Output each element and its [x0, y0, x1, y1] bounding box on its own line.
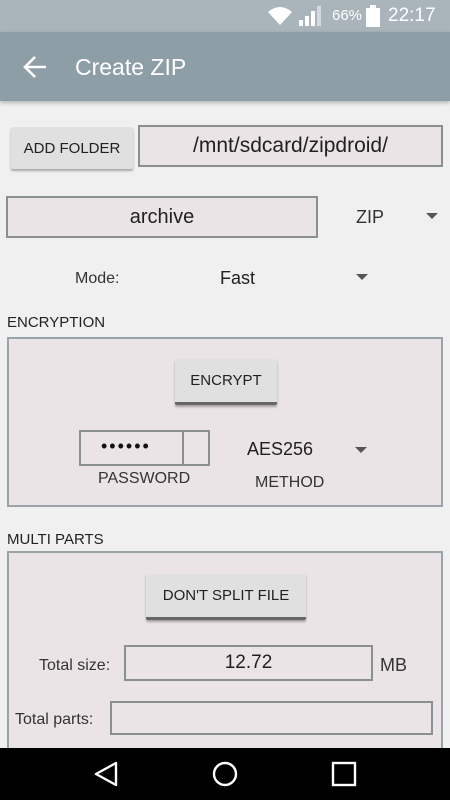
- folder-path-field[interactable]: /mnt/sdcard/zipdroid/: [138, 125, 443, 167]
- clock: 22:17: [388, 5, 436, 26]
- method-dropdown[interactable]: AES256: [239, 435, 379, 467]
- mode-dropdown[interactable]: Fast: [210, 262, 375, 296]
- multi-parts-panel: DON'T SPLIT FILE Total size: 12.72 MB To…: [7, 551, 443, 751]
- password-mask: ••••••: [101, 436, 151, 456]
- home-nav-icon[interactable]: [211, 760, 239, 788]
- format-value: ZIP: [356, 207, 385, 227]
- format-dropdown[interactable]: ZIP: [340, 196, 445, 238]
- password-field[interactable]: ••••••: [79, 430, 210, 466]
- chevron-down-icon: [426, 213, 438, 219]
- multi-parts-section-label: MULTI PARTS: [7, 531, 104, 548]
- password-divider: [182, 432, 184, 464]
- chevron-down-icon: [356, 274, 368, 280]
- encryption-panel: ENCRYPT •••••• PASSWORD AES256 METHOD: [7, 337, 443, 507]
- total-size-label: Total size:: [39, 657, 111, 674]
- recents-nav-icon[interactable]: [330, 760, 358, 788]
- password-label: PASSWORD: [98, 470, 191, 487]
- size-unit-label: MB: [380, 655, 407, 675]
- mode-value: Fast: [220, 268, 256, 288]
- wifi-icon: [268, 7, 292, 25]
- dont-split-button[interactable]: DON'T SPLIT FILE: [146, 574, 306, 620]
- encrypt-button[interactable]: ENCRYPT: [175, 359, 277, 405]
- app-bar: Create ZIP: [0, 32, 450, 101]
- status-bar: 66% 22:17: [0, 0, 450, 32]
- total-parts-label: Total parts:: [15, 711, 94, 728]
- battery-percent: 66%: [332, 7, 363, 24]
- chevron-down-icon: [355, 447, 367, 453]
- encryption-section-label: ENCRYPTION: [7, 314, 106, 331]
- signal-icon: [299, 6, 321, 26]
- add-folder-button[interactable]: ADD FOLDER: [11, 127, 133, 169]
- total-parts-field[interactable]: [110, 701, 433, 735]
- page-title: Create ZIP: [75, 54, 187, 80]
- mode-label: Mode:: [75, 270, 120, 287]
- total-size-field[interactable]: 12.72: [124, 645, 373, 681]
- method-value: AES256: [247, 439, 314, 459]
- back-nav-icon[interactable]: [92, 760, 120, 788]
- battery-icon: [366, 5, 380, 27]
- method-label: METHOD: [255, 474, 325, 491]
- navigation-bar: [0, 748, 450, 800]
- back-arrow-icon[interactable]: [22, 54, 48, 80]
- archive-name-field[interactable]: archive: [6, 196, 318, 238]
